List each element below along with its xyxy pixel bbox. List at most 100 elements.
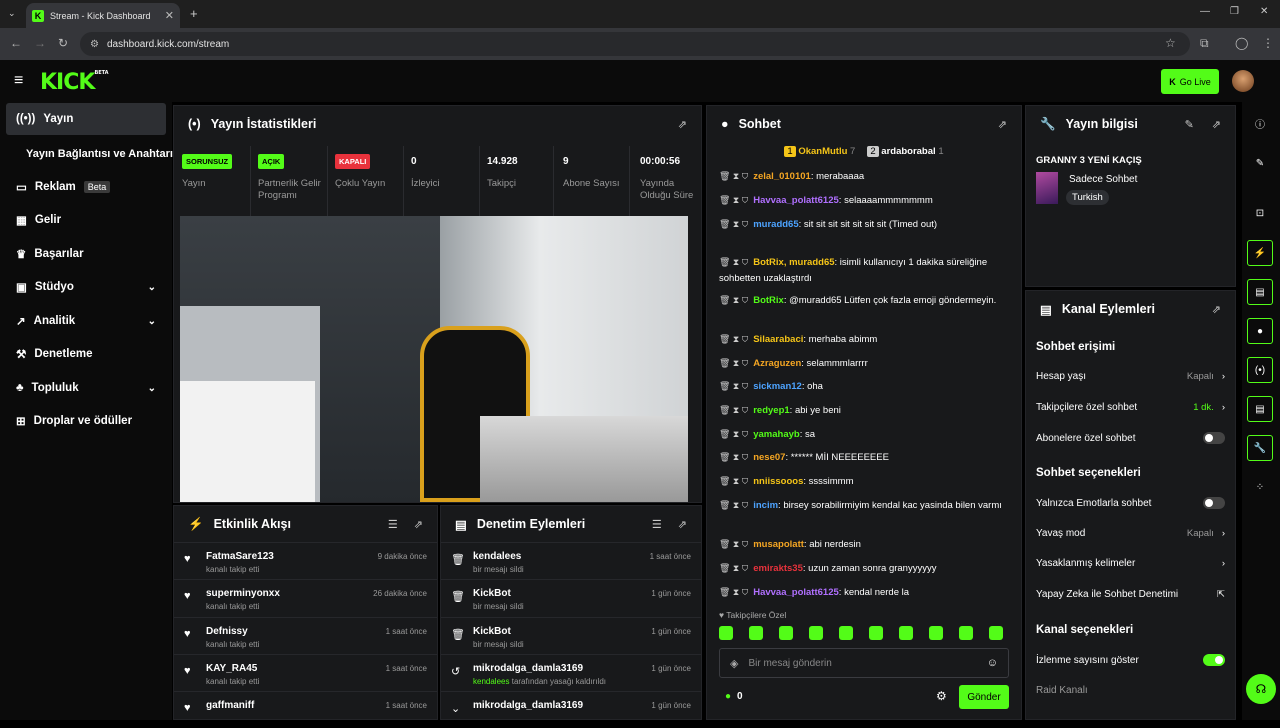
- emote[interactable]: [929, 626, 943, 640]
- mod-tools-icon[interactable]: 🗑 ⧗ ⛉: [719, 452, 748, 462]
- popout-icon[interactable]: ⇗: [414, 518, 423, 531]
- points-counter[interactable]: ● 0: [725, 691, 743, 702]
- sidebar-item-droplar[interactable]: ⊞ Droplar ve ödüller: [6, 405, 166, 437]
- close-window-icon[interactable]: ✕: [1260, 6, 1268, 17]
- edit-pencil-icon[interactable]: ✎: [1247, 150, 1273, 176]
- emote[interactable]: [839, 626, 853, 640]
- hamburger-menu-icon[interactable]: ≡: [14, 72, 23, 90]
- send-button[interactable]: Gönder: [959, 685, 1009, 709]
- popout-icon[interactable]: ⇗: [1212, 303, 1221, 316]
- leader-1[interactable]: 1 OkanMutlu 7: [784, 146, 855, 157]
- new-tab-icon[interactable]: +: [190, 6, 198, 21]
- chat-username[interactable]: BotRix, muradd65: [753, 257, 834, 268]
- minimize-icon[interactable]: —: [1200, 6, 1210, 17]
- maximize-icon[interactable]: ❐: [1230, 6, 1239, 17]
- raid-row[interactable]: Raid Kanalı: [1036, 685, 1225, 696]
- chat-username[interactable]: zelal_010101: [753, 171, 811, 182]
- browser-tab[interactable]: K Stream - Kick Dashboard ✕: [26, 3, 180, 28]
- filter-icon[interactable]: ☰: [388, 518, 398, 531]
- channel-actions-icon[interactable]: ▤: [1247, 396, 1273, 422]
- emote[interactable]: [869, 626, 883, 640]
- sidebar-item-yayin[interactable]: ((•)) Yayın: [6, 103, 166, 135]
- mod-tools-icon[interactable]: 🗑 ⧗ ⛉: [719, 539, 748, 549]
- category-thumbnail[interactable]: [1036, 172, 1058, 204]
- emoji-icon[interactable]: ☺: [987, 657, 998, 669]
- mod-tools-icon[interactable]: 🗑 ⧗ ⛉: [719, 358, 748, 368]
- sidebar-item-topluluk[interactable]: ♣ Topluluk ⌄: [6, 372, 166, 404]
- profile-icon[interactable]: ◯: [1235, 36, 1248, 50]
- bookmark-star-icon[interactable]: ☆: [1165, 36, 1176, 50]
- document-icon[interactable]: ▤: [1247, 279, 1273, 305]
- ai-moderation-row[interactable]: Yapay Zeka ile Sohbet Denetimi ⇱: [1036, 589, 1225, 600]
- edit-pencil-icon[interactable]: ✎: [1185, 118, 1194, 131]
- mod-tools-icon[interactable]: 🗑 ⧗ ⛉: [719, 334, 748, 344]
- category-name[interactable]: Sadece Sohbet: [1069, 174, 1137, 185]
- chat-username[interactable]: incim: [753, 500, 778, 511]
- menu-dots-icon[interactable]: ⋮: [1262, 36, 1274, 50]
- slow-mode-row[interactable]: Yavaş mod Kapalı ›: [1036, 528, 1225, 539]
- chat-username[interactable]: muradd65: [753, 219, 798, 230]
- sidebar-item-analitik[interactable]: ↗ Analitik ⌄: [6, 305, 166, 337]
- subs-chat-toggle[interactable]: [1203, 432, 1225, 444]
- show-viewers-toggle[interactable]: [1203, 654, 1225, 666]
- chat-bubble-icon[interactable]: ●: [1247, 318, 1273, 344]
- support-headset-icon[interactable]: ☊: [1246, 674, 1276, 704]
- chat-input[interactable]: ◈ Bir mesaj gönderin ☺: [719, 648, 1009, 678]
- mod-tools-icon[interactable]: 🗑 ⧗ ⛉: [719, 500, 748, 510]
- broadcast-icon[interactable]: (•): [1247, 357, 1273, 383]
- sidebar-item-reklam[interactable]: ▭ Reklam Beta: [6, 171, 166, 203]
- chat-username[interactable]: nese07: [753, 452, 785, 463]
- lightning-icon[interactable]: ⚡: [1247, 240, 1273, 266]
- account-age-row[interactable]: Hesap yaşı Kapalı ›: [1036, 371, 1225, 382]
- sidebar-item-gelir[interactable]: ▦ Gelir: [6, 204, 166, 236]
- emote[interactable]: [809, 626, 823, 640]
- kick-logo[interactable]: KICKBETA: [40, 70, 109, 95]
- mod-tools-icon[interactable]: 🗑 ⧗ ⛉: [719, 381, 748, 391]
- mod-tools-icon[interactable]: 🗑 ⧗ ⛉: [719, 295, 748, 305]
- mod-tools-icon[interactable]: 🗑 ⧗ ⛉: [719, 587, 748, 597]
- emote[interactable]: [779, 626, 793, 640]
- reload-icon[interactable]: ↻: [58, 36, 68, 50]
- sidebar-item-studyo[interactable]: ▣ Stüdyo ⌄: [6, 271, 166, 303]
- emote[interactable]: [989, 626, 1003, 640]
- site-info-icon[interactable]: ⚙: [90, 39, 99, 50]
- popout-icon[interactable]: ⇗: [1212, 118, 1221, 131]
- emote[interactable]: [899, 626, 913, 640]
- info-icon[interactable]: ⓘ: [1247, 110, 1273, 136]
- chat-username[interactable]: nniissooos: [753, 476, 803, 487]
- mod-tools-icon[interactable]: 🗑 ⧗ ⛉: [719, 476, 748, 486]
- back-icon[interactable]: ←: [10, 36, 22, 50]
- wrench-icon[interactable]: 🔧: [1247, 435, 1273, 461]
- chat-username[interactable]: redyep1: [753, 405, 789, 416]
- extensions-icon[interactable]: ⧉: [1200, 36, 1209, 51]
- focus-icon[interactable]: ⊡: [1247, 200, 1273, 226]
- chat-username[interactable]: emirakts35: [753, 563, 803, 574]
- close-tab-icon[interactable]: ✕: [165, 9, 174, 22]
- mod-tools-icon[interactable]: 🗑 ⧗ ⛉: [719, 563, 748, 573]
- apps-icon[interactable]: ⁘: [1247, 474, 1273, 500]
- emote[interactable]: [749, 626, 763, 640]
- popout-icon[interactable]: ⇗: [678, 118, 687, 131]
- chat-username[interactable]: Havvaa_polatt6125: [753, 195, 839, 206]
- chat-username[interactable]: Silaarabaci: [753, 334, 803, 345]
- chat-username[interactable]: yamahayb: [753, 429, 799, 440]
- mod-tools-icon[interactable]: 🗑 ⧗ ⛉: [719, 257, 748, 267]
- chat-username[interactable]: Azraguzen: [753, 358, 801, 369]
- popout-icon[interactable]: ⇗: [678, 518, 687, 531]
- mod-tools-icon[interactable]: 🗑 ⧗ ⛉: [719, 171, 748, 181]
- followers-chat-row[interactable]: Takipçilere özel sohbet 1 dk. ›: [1036, 402, 1225, 413]
- chat-username[interactable]: BotRix: [753, 295, 784, 306]
- filter-icon[interactable]: ☰: [652, 518, 662, 531]
- mod-tools-icon[interactable]: 🗑 ⧗ ⛉: [719, 219, 748, 229]
- mod-tools-icon[interactable]: 🗑 ⧗ ⛉: [719, 405, 748, 415]
- stream-preview-video[interactable]: [180, 216, 688, 502]
- banned-words-row[interactable]: Yasaklanmış kelimeler ›: [1036, 558, 1225, 569]
- leader-2[interactable]: 2 ardaborabal 1: [867, 146, 944, 157]
- emote[interactable]: [719, 626, 733, 640]
- emote[interactable]: [959, 626, 973, 640]
- user-avatar[interactable]: [1232, 70, 1254, 92]
- chat-username[interactable]: musapolatt: [753, 539, 804, 550]
- sidebar-item-stream-key[interactable]: Yayın Bağlantısı ve Anahtarı: [6, 138, 176, 170]
- popout-icon[interactable]: ⇗: [998, 118, 1007, 131]
- mod-sub-user[interactable]: kendalees: [473, 677, 509, 686]
